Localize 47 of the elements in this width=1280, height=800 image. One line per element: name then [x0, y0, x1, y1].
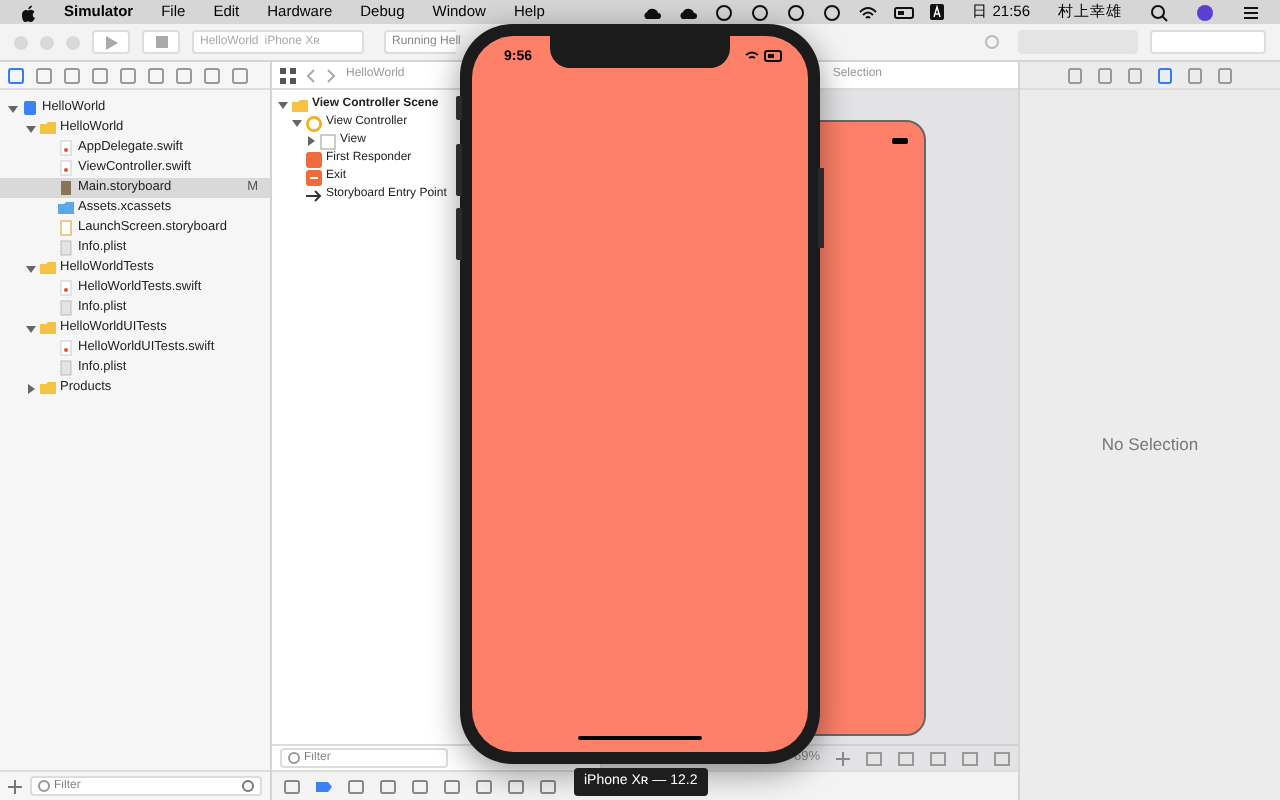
play-icon: [105, 35, 117, 49]
wifi-icon[interactable]: [858, 3, 879, 21]
disclosure-triangle-icon[interactable]: [26, 383, 36, 393]
arrow-icon: [306, 187, 322, 203]
add-icon[interactable]: [8, 779, 22, 793]
list-icon[interactable]: [1242, 3, 1260, 21]
stop-button[interactable]: [142, 30, 180, 54]
battery-icon[interactable]: [894, 3, 915, 21]
project-icon: [22, 100, 38, 116]
siri-icon[interactable]: [1196, 3, 1214, 21]
swift-file-icon: [58, 280, 74, 296]
battery-icon: [764, 50, 784, 62]
apple-logo-icon[interactable]: [20, 3, 36, 21]
first-responder-icon: [306, 151, 322, 167]
cloud-icon[interactable]: [678, 3, 699, 21]
back-icon[interactable]: [306, 67, 316, 83]
folder-icon: [40, 380, 56, 396]
run-button[interactable]: [92, 30, 130, 54]
grid-icon[interactable]: [280, 67, 296, 83]
swift-file-icon: [58, 140, 74, 156]
cloud-icon[interactable]: [642, 3, 663, 21]
disclosure-triangle-icon[interactable]: [26, 323, 36, 333]
input-source-icon[interactable]: [930, 4, 945, 20]
wifi-icon: [744, 50, 760, 62]
plist-file-icon: [58, 240, 74, 256]
home-indicator: [578, 736, 702, 740]
swift-file-icon: [58, 340, 74, 356]
stop-icon: [155, 36, 167, 48]
folder-icon: [40, 260, 56, 276]
view-controller-icon: [306, 115, 322, 131]
plist-file-icon: [58, 300, 74, 316]
storyboard-file-icon: [58, 180, 74, 196]
circle-icon[interactable]: [714, 3, 735, 21]
zoom-in-icon[interactable]: [836, 751, 850, 765]
exit-icon: [306, 169, 322, 185]
empty-state-text: No Selection: [1101, 432, 1199, 458]
disclosure-triangle-icon[interactable]: [26, 263, 36, 273]
swift-file-icon: [58, 160, 74, 176]
view-icon: [320, 133, 336, 149]
panel-toggle-control[interactable]: [1150, 30, 1266, 54]
storyboard-file-icon: [58, 220, 74, 236]
forward-icon[interactable]: [326, 67, 336, 83]
folder-icon: [40, 320, 56, 336]
folder-icon: [40, 120, 56, 136]
plist-file-icon: [58, 360, 74, 376]
scene-icon: [292, 97, 308, 113]
search-icon[interactable]: [1150, 3, 1168, 21]
